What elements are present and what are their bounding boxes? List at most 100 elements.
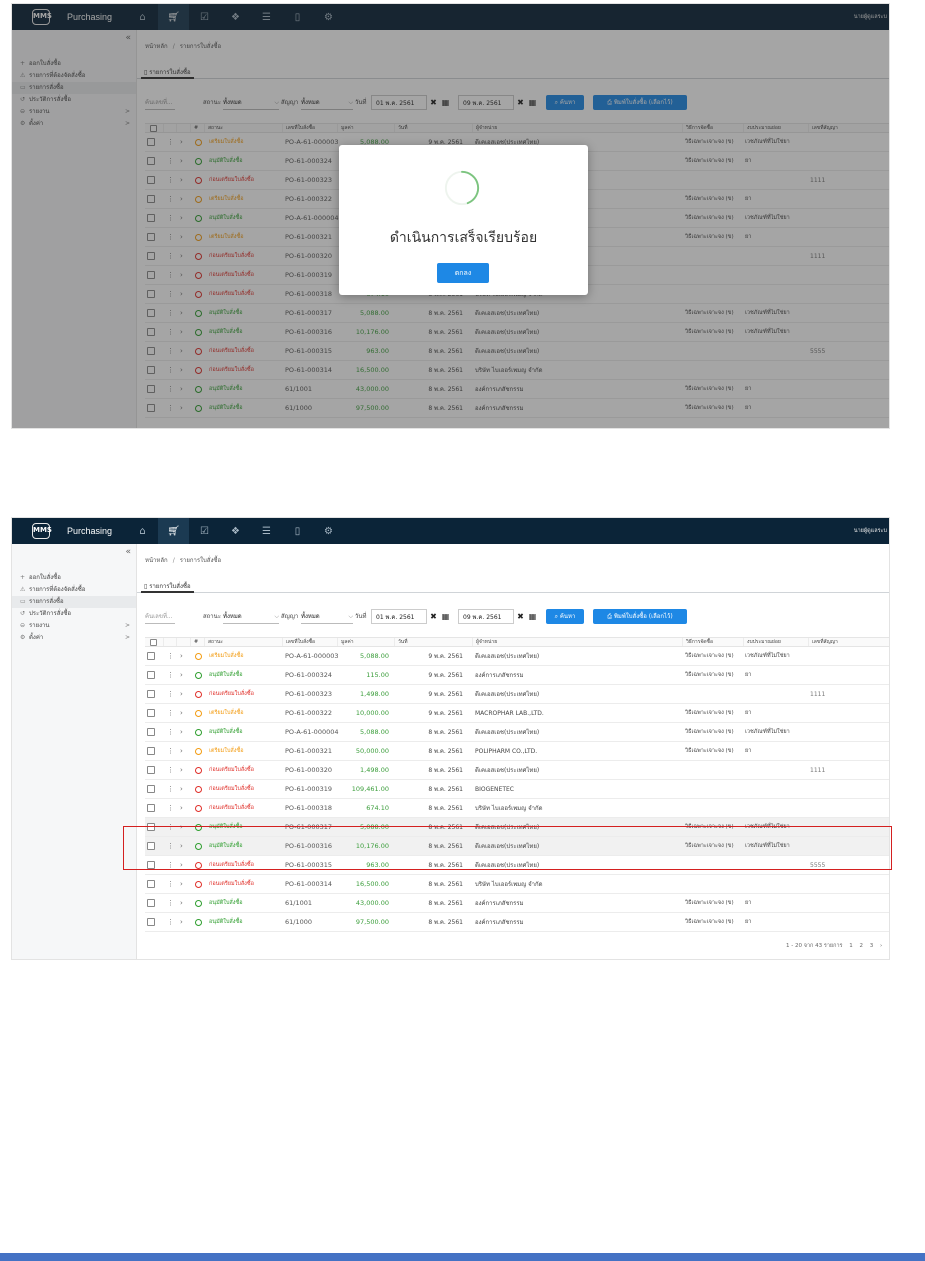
row-checkbox[interactable] bbox=[147, 690, 155, 698]
expand-chevron-icon[interactable]: › bbox=[180, 685, 183, 703]
check-square-icon[interactable]: ☑ bbox=[189, 518, 220, 544]
expand-chevron-icon[interactable]: › bbox=[180, 723, 183, 741]
user-name[interactable]: นายผู้ดูแลระบ bbox=[854, 527, 887, 535]
home-icon[interactable]: ⌂ bbox=[127, 518, 158, 544]
clear-date-to-icon[interactable]: ✖ bbox=[515, 609, 526, 624]
table-row[interactable]: ⋮ › เตรียมใบสั่งซื้อ PO-61-000321 50,000… bbox=[145, 742, 889, 761]
expand-chevron-icon[interactable]: › bbox=[180, 799, 183, 817]
kebab-menu-icon[interactable]: ⋮ bbox=[167, 685, 174, 703]
kebab-menu-icon[interactable]: ⋮ bbox=[167, 856, 174, 874]
row-po-number[interactable]: PO-61-000314 bbox=[285, 875, 345, 893]
row-checkbox[interactable] bbox=[147, 709, 155, 717]
page-3[interactable]: 3 bbox=[870, 943, 874, 949]
kebab-menu-icon[interactable]: ⋮ bbox=[167, 913, 174, 931]
row-po-number[interactable]: 61/1000 bbox=[285, 913, 345, 931]
select-all-checkbox[interactable] bbox=[150, 638, 157, 646]
kebab-menu-icon[interactable]: ⋮ bbox=[167, 780, 174, 798]
col-method-header[interactable]: วิธีการจัดซื้อ bbox=[682, 638, 743, 646]
row-po-number[interactable]: PO-61-000318 bbox=[285, 799, 345, 817]
sidebar-item-to-order[interactable]: ⚠ รายการที่ต้องจัดสั่งซื้อ bbox=[12, 584, 136, 596]
col-contract-header[interactable]: เลขที่สัญญา bbox=[808, 638, 878, 646]
row-checkbox[interactable] bbox=[147, 899, 155, 907]
expand-chevron-icon[interactable]: › bbox=[180, 837, 183, 855]
cart-icon[interactable]: 🛒︎ bbox=[158, 518, 189, 544]
kebab-menu-icon[interactable]: ⋮ bbox=[167, 704, 174, 722]
table-row[interactable]: ⋮ › ก่อนเตรียมใบสั่งซื้อ PO-61-000323 1,… bbox=[145, 685, 889, 704]
row-checkbox[interactable] bbox=[147, 823, 155, 831]
ok-button[interactable]: ตกลง bbox=[437, 263, 489, 283]
kebab-menu-icon[interactable]: ⋮ bbox=[167, 723, 174, 741]
row-checkbox[interactable] bbox=[147, 880, 155, 888]
row-po-number[interactable]: PO-61-000322 bbox=[285, 704, 345, 722]
kebab-menu-icon[interactable]: ⋮ bbox=[167, 837, 174, 855]
breadcrumb-home[interactable]: หน้าหลัก bbox=[145, 557, 168, 564]
sidebar-item-reports[interactable]: ⊖ รายงาน > bbox=[12, 620, 136, 632]
col-po-number-header[interactable]: เลขที่ใบสั่งซื้อ bbox=[282, 638, 337, 646]
table-row[interactable]: ⋮ › ก่อนเตรียมใบสั่งซื้อ PO-61-000315 96… bbox=[145, 856, 889, 875]
col-amount-header[interactable]: มูลค่า bbox=[337, 638, 394, 646]
row-checkbox[interactable] bbox=[147, 652, 155, 660]
expand-chevron-icon[interactable]: › bbox=[180, 666, 183, 684]
table-row[interactable]: ⋮ › อนุมัติใบสั่งซื้อ PO-61-000316 10,17… bbox=[145, 837, 889, 856]
row-checkbox[interactable] bbox=[147, 766, 155, 774]
row-po-number[interactable]: PO-61-000319 bbox=[285, 780, 345, 798]
sidebar-item-orders[interactable]: ▭ รายการสั่งซื้อ bbox=[12, 596, 136, 608]
table-row[interactable]: ⋮ › อนุมัติใบสั่งซื้อ PO-61-000317 5,088… bbox=[145, 818, 889, 837]
row-checkbox[interactable] bbox=[147, 747, 155, 755]
row-checkbox[interactable] bbox=[147, 918, 155, 926]
table-row[interactable]: ⋮ › อนุมัติใบสั่งซื้อ PO-A-61-000004 5,0… bbox=[145, 723, 889, 742]
col-budget-header[interactable]: งบประมาณย่อย bbox=[743, 638, 808, 646]
row-po-number[interactable]: PO-A-61-000004 bbox=[285, 723, 345, 741]
row-checkbox[interactable] bbox=[147, 861, 155, 869]
kebab-menu-icon[interactable]: ⋮ bbox=[167, 761, 174, 779]
row-checkbox[interactable] bbox=[147, 728, 155, 736]
contract-select[interactable]: ทั้งหมด ⌵ bbox=[301, 609, 353, 624]
kebab-menu-icon[interactable]: ⋮ bbox=[167, 647, 174, 665]
expand-chevron-icon[interactable]: › bbox=[180, 913, 183, 931]
row-po-number[interactable]: PO-61-000324 bbox=[285, 666, 345, 684]
calendar-icon[interactable]: ▦ bbox=[440, 609, 451, 624]
expand-chevron-icon[interactable]: › bbox=[180, 761, 183, 779]
col-vendor-header[interactable]: ผู้จำหน่าย bbox=[472, 638, 682, 646]
sidebar-item-history[interactable]: ↺ ประวัติการสั่งซื้อ bbox=[12, 608, 136, 620]
expand-chevron-icon[interactable]: › bbox=[180, 875, 183, 893]
next-page-icon[interactable]: › bbox=[880, 943, 882, 949]
row-po-number[interactable]: PO-61-000321 bbox=[285, 742, 345, 760]
tab-po-list[interactable]: ▯ รายการใบสั่งซื้อ bbox=[141, 577, 194, 593]
row-checkbox[interactable] bbox=[147, 842, 155, 850]
row-checkbox[interactable] bbox=[147, 804, 155, 812]
table-row[interactable]: ⋮ › ก่อนเตรียมใบสั่งซื้อ PO-61-000314 16… bbox=[145, 875, 889, 894]
row-checkbox[interactable] bbox=[147, 671, 155, 679]
calendar-icon[interactable]: ▦ bbox=[527, 609, 538, 624]
row-checkbox[interactable] bbox=[147, 785, 155, 793]
box-icon[interactable]: ❖ bbox=[220, 518, 251, 544]
expand-chevron-icon[interactable]: › bbox=[180, 647, 183, 665]
status-select[interactable]: ทั้งหมด ⌵ bbox=[223, 609, 279, 624]
kebab-menu-icon[interactable]: ⋮ bbox=[167, 894, 174, 912]
kebab-menu-icon[interactable]: ⋮ bbox=[167, 818, 174, 836]
kebab-menu-icon[interactable]: ⋮ bbox=[167, 742, 174, 760]
row-po-number[interactable]: PO-61-000316 bbox=[285, 837, 345, 855]
expand-chevron-icon[interactable]: › bbox=[180, 894, 183, 912]
expand-chevron-icon[interactable]: › bbox=[180, 780, 183, 798]
expand-chevron-icon[interactable]: › bbox=[180, 704, 183, 722]
sidebar-item-create-po[interactable]: + ออกใบสั่งซื้อ bbox=[12, 572, 136, 584]
col-date-header[interactable]: วันที่ bbox=[394, 638, 472, 646]
collapse-sidebar-icon[interactable]: « bbox=[125, 547, 131, 557]
expand-chevron-icon[interactable]: › bbox=[180, 742, 183, 760]
table-row[interactable]: ⋮ › ก่อนเตรียมใบสั่งซื้อ PO-61-000320 1,… bbox=[145, 761, 889, 780]
date-from-input[interactable]: 01 พ.ค. 2561 bbox=[371, 609, 427, 624]
table-row[interactable]: ⋮ › ก่อนเตรียมใบสั่งซื้อ PO-61-000319 10… bbox=[145, 780, 889, 799]
kebab-menu-icon[interactable]: ⋮ bbox=[167, 666, 174, 684]
row-po-number[interactable]: PO-A-61-000003 bbox=[285, 647, 345, 665]
row-po-number[interactable]: 61/1001 bbox=[285, 894, 345, 912]
sidebar-item-settings[interactable]: ⚙ ตั้งค่า > bbox=[12, 632, 136, 644]
col-status-header[interactable]: สถานะ bbox=[204, 638, 282, 646]
table-row[interactable]: ⋮ › เตรียมใบสั่งซื้อ PO-61-000322 10,000… bbox=[145, 704, 889, 723]
table-row[interactable]: ⋮ › ก่อนเตรียมใบสั่งซื้อ PO-61-000318 67… bbox=[145, 799, 889, 818]
table-row[interactable]: ⋮ › อนุมัติใบสั่งซื้อ PO-61-000324 115.0… bbox=[145, 666, 889, 685]
kebab-menu-icon[interactable]: ⋮ bbox=[167, 875, 174, 893]
table-row[interactable]: ⋮ › เตรียมใบสั่งซื้อ PO-A-61-000003 5,08… bbox=[145, 647, 889, 666]
expand-chevron-icon[interactable]: › bbox=[180, 818, 183, 836]
row-po-number[interactable]: PO-61-000315 bbox=[285, 856, 345, 874]
